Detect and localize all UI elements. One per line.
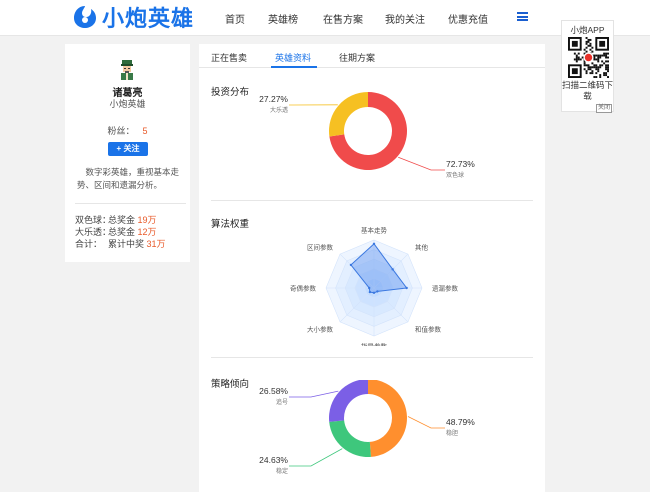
app-qr-panel: 小炮APP 扫描二维码下载 [561,20,614,112]
radar-data-point [368,290,372,294]
section-divider [211,357,533,358]
radar-axis-label: 奇偶参数 [290,284,317,293]
active-tab-indicator [271,66,317,68]
leader-line [398,156,445,171]
radar-data-point [349,263,353,267]
slice-percent-label: 27.27% [259,94,288,104]
tab-hero-profile[interactable]: 英雄资料 [275,51,311,64]
investment-pie-chart: 72.73% 双色球 27.27% 大乐透 [259,92,475,179]
pie-slice-0 [368,380,407,457]
radar-axis-label: 大小参数 [307,325,334,334]
radar-data-point [368,286,371,290]
pie-slice-2 [329,380,368,422]
top-header: 小炮英雄 首页 英雄榜 在售方案 我的关注 优惠充值 [0,0,650,36]
prize-stats: 双色球：总奖金 19万 大乐透：总奖金 12万 合计： 累计中奖 31万 [75,214,166,250]
hamburger-menu-icon[interactable] [517,12,528,21]
hero-title: 小炮英雄 [109,99,146,109]
hero-description: 数字彩英雄，重视基本走势、区间和遗漏分析。 [77,167,180,190]
pie-slice-1 [329,420,371,457]
nav-recharge[interactable]: 优惠充值 [448,11,488,26]
leader-line [289,390,339,398]
stat-row: 合计： 累计中奖 31万 [75,239,166,249]
slice-percent-label: 72.73% [446,159,475,169]
tab-bar: 正在售卖 英雄资料 往期方案 [199,44,545,68]
qr-description: 扫描二维码下载 [562,80,614,101]
section-divider [211,200,533,201]
radar-axis-label: 基本走势 [361,226,388,235]
logo-icon [74,6,96,28]
qr-code-icon[interactable] [568,37,609,78]
slice-name-label: 稳定 [276,467,288,475]
avatar [121,60,133,80]
stat-row: 大乐透：总奖金 12万 [75,227,157,237]
fans-count: 粉丝： 5 [65,124,190,137]
profile-card: 诸葛亮 小炮英雄 粉丝： 5 + 关注 数字彩英雄，重视基本走势、区间和遗漏分析。… [65,44,190,262]
radar-data-point [372,291,376,294]
main-panel: 正在售卖 英雄资料 往期方案 投资分布 72.73% 双色球 27.27% 大乐透 算… [199,44,545,492]
slice-percent-label: 26.58% [259,386,288,396]
strategy-pie-chart: 48.79% 稳胆 24.63% 稳定 26.58% 追号 [259,380,475,475]
slice-name-label: 追号 [276,398,288,406]
slice-name-label: 稳胆 [446,429,458,437]
radar-axis-label: 指导参数 [361,342,388,347]
nav-my-follows[interactable]: 我的关注 [385,11,425,26]
qr-close-button[interactable]: 关闭 [596,104,613,113]
slice-percent-label: 48.79% [446,417,475,427]
radar-data-point [391,268,394,271]
tab-on-sale[interactable]: 正在售卖 [211,51,247,64]
follow-button[interactable]: + 关注 [108,142,148,156]
fans-number: 5 [142,126,148,136]
pie-slice-1 [329,92,368,137]
slice-percent-label: 24.63% [259,455,288,465]
radar-data-point [376,290,379,293]
slice-name-label: 双色球 [446,171,464,179]
radar-data-point [405,286,408,290]
nav-hero-ranking[interactable]: 英雄榜 [268,11,298,26]
radar-axis-label: 遗漏参数 [432,284,459,293]
radar-axis-label: 和值参数 [415,325,442,334]
radar-axis-label: 区间参数 [307,242,334,251]
nav-home[interactable]: 首页 [225,11,245,26]
profile-divider [75,203,186,204]
site-logo[interactable]: 小炮英雄 [72,3,195,32]
algorithm-radar-chart: 基本走势其他遗漏参数和值参数指导参数 大小参数 奇偶参数 区间参数 [290,226,459,347]
nav-on-sale[interactable]: 在售方案 [323,11,363,26]
fans-label: 粉丝： [107,126,135,136]
leader-line [289,448,343,467]
tab-past-plans[interactable]: 往期方案 [339,51,375,64]
leader-line [407,416,445,429]
qr-title: 小炮APP [570,25,605,35]
logo-text: 小炮英雄 [102,7,195,32]
stat-row: 双色球：总奖金 19万 [75,215,157,225]
radar-axis-label: 其他 [415,242,429,251]
radar-data-point [372,242,376,246]
slice-name-label: 大乐透 [270,106,288,114]
